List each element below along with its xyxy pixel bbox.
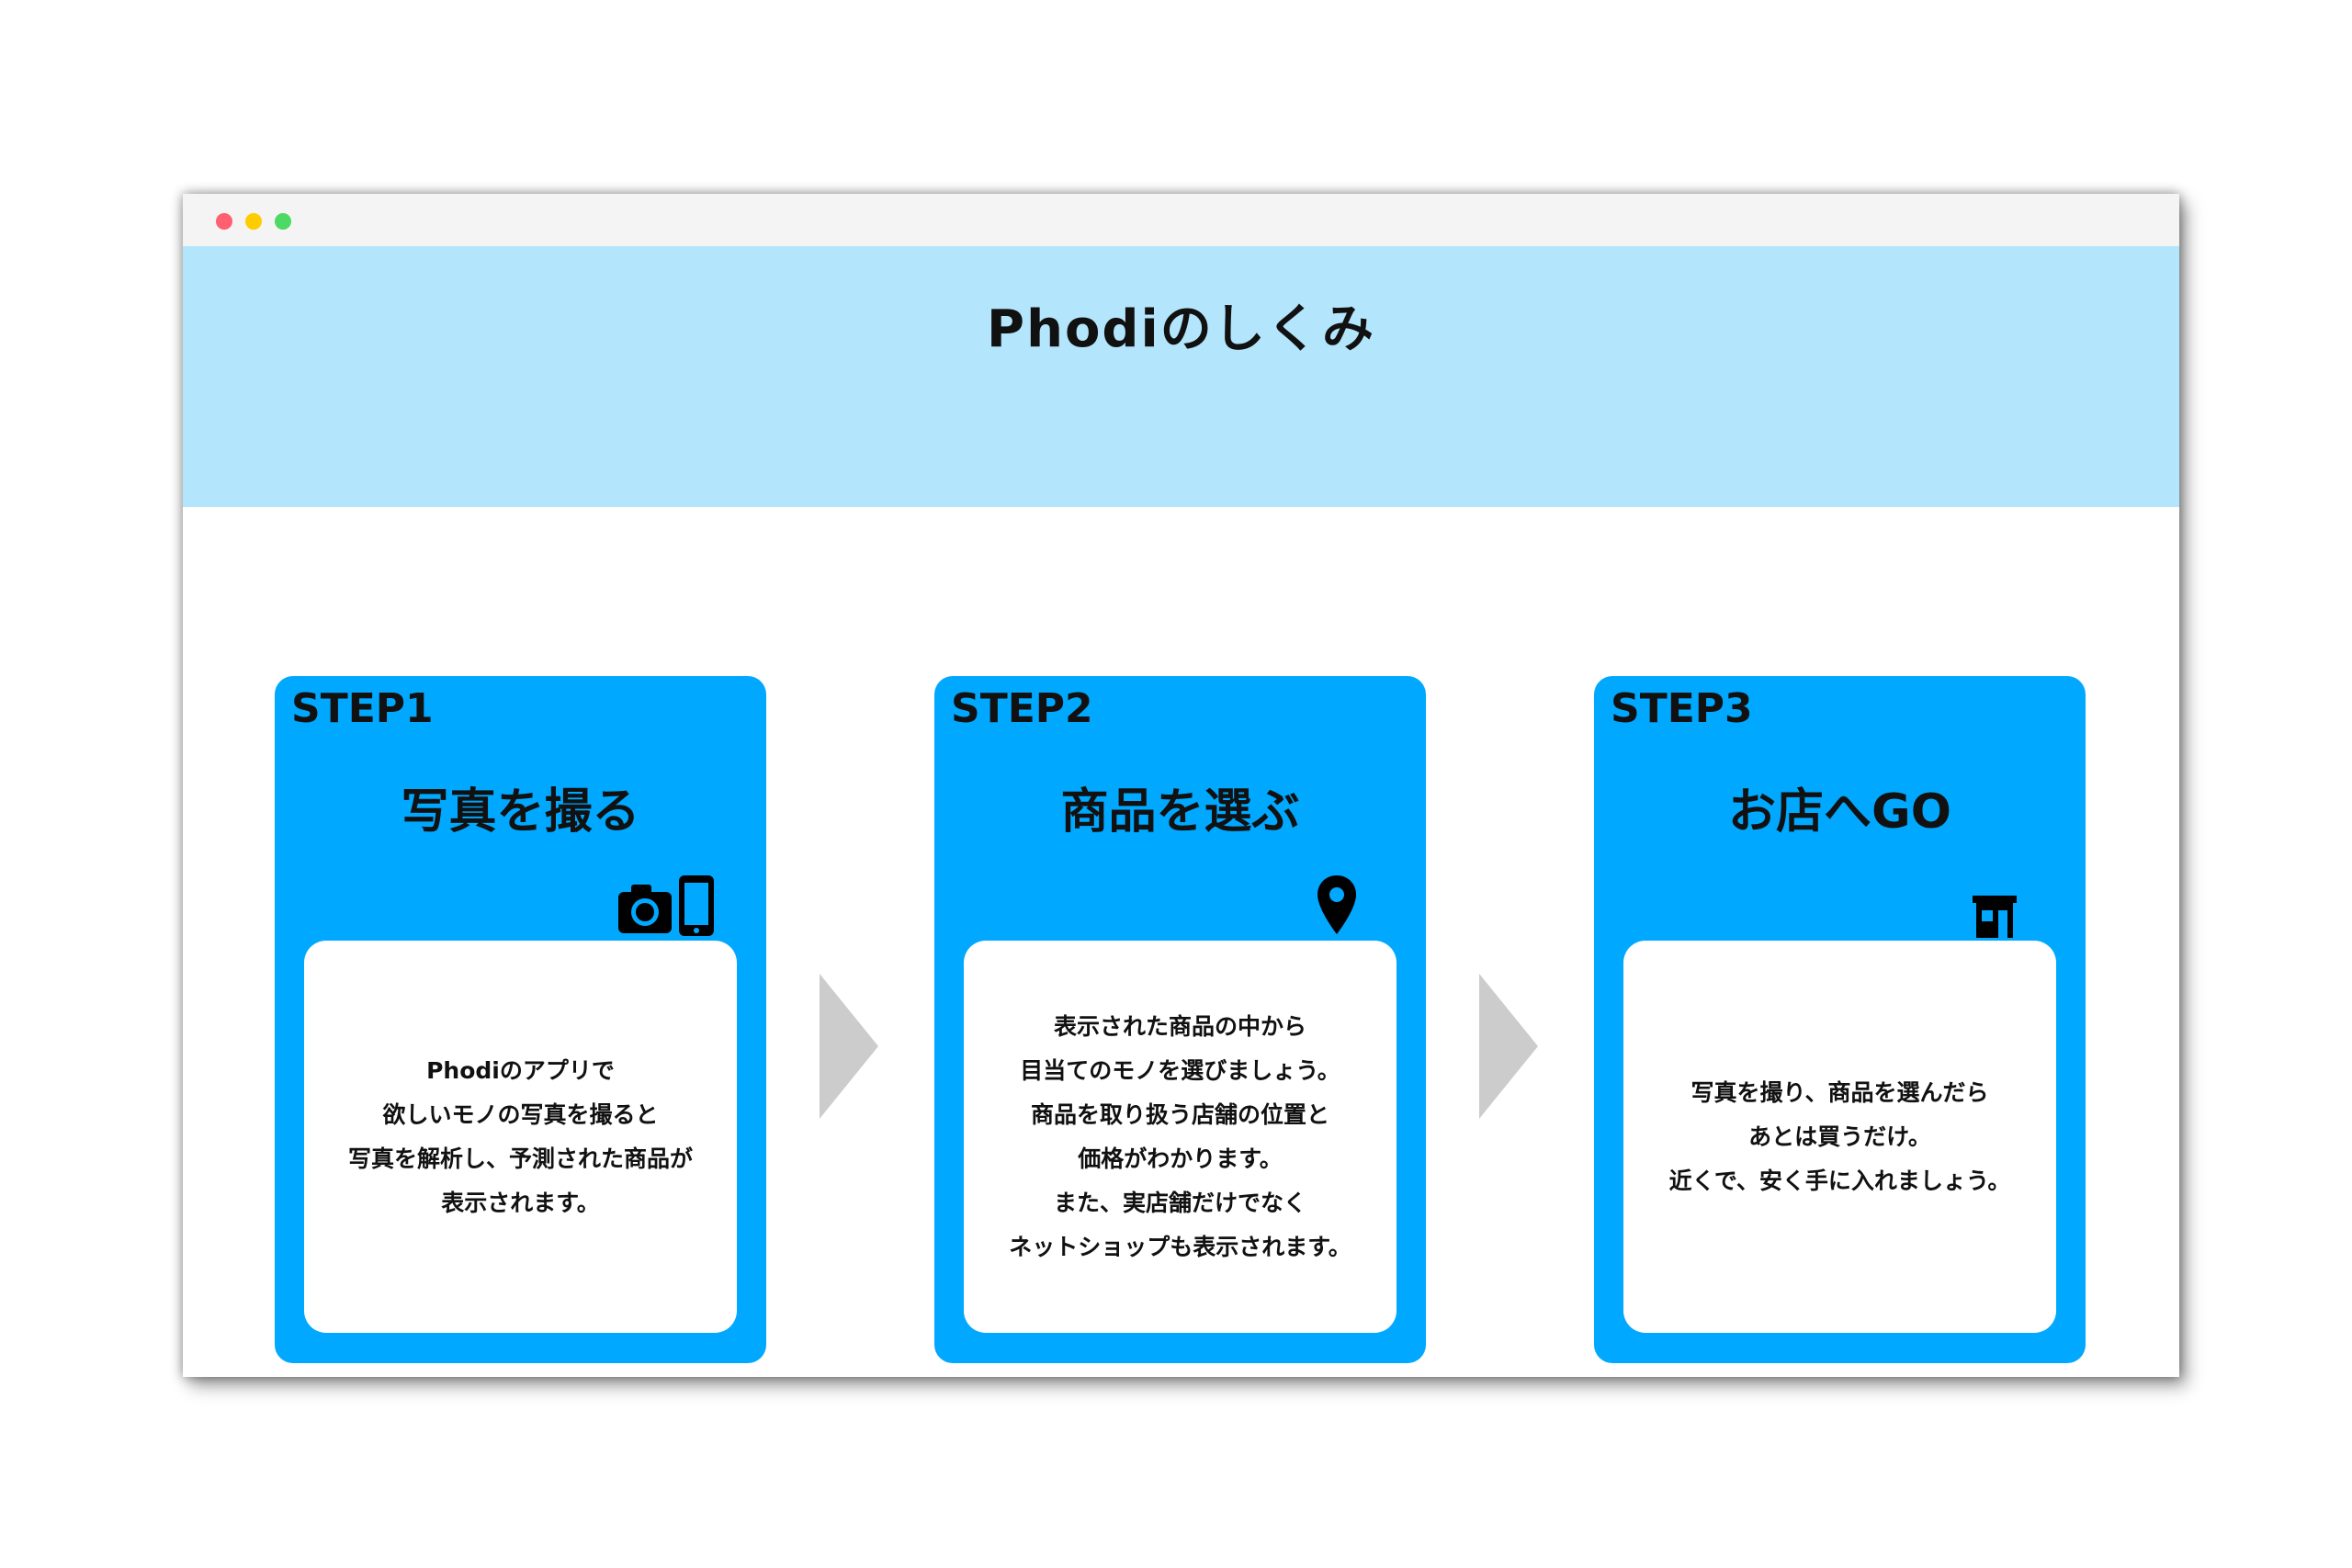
camera-icon: [618, 885, 672, 933]
hero-banner: Phodiのしくみ: [183, 246, 2179, 507]
description-line: 商品を取り扱う店舗の位置と: [1030, 1100, 1329, 1128]
description-line: 写真を解析し、予測された商品が: [347, 1145, 693, 1172]
step-title: 商品を選ぶ: [1060, 784, 1300, 840]
step-label: STEP2: [951, 685, 1093, 732]
step-card-3: STEP3 お店へGO 写真を撮り、商品を選んだら あとは買うだけ。 近くで、安…: [1594, 676, 2086, 1363]
camera-phone-icon: [618, 875, 714, 936]
page-title: Phodiのしくみ: [987, 299, 1375, 359]
map-pin-icon: [1317, 875, 1356, 934]
step-description-box: Phodiのアプリで 欲しいモノの写真を撮ると 写真を解析し、予測された商品が …: [304, 941, 737, 1333]
step-label: STEP1: [291, 685, 434, 732]
description-line: 近くで、安く手に入れましょう。: [1668, 1167, 2011, 1194]
step-card-2: STEP2 商品を選ぶ 表示された商品の中から 目当てのモノを選びましょう。 商…: [934, 676, 1426, 1363]
step-description-box: 写真を撮り、商品を選んだら あとは買うだけ。 近くで、安く手に入れましょう。: [1623, 941, 2056, 1333]
description-line: ネットショップも表示されます。: [1009, 1233, 1351, 1260]
next-arrow-icon: [820, 974, 878, 1119]
minimize-dot-icon[interactable]: [245, 213, 262, 230]
step-title: お店へGO: [1728, 784, 1951, 840]
step-card-1: STEP1 写真を撮る Phodiのアプリで 欲しいモノの写真を撮ると 写真を解…: [275, 676, 766, 1363]
store-icon: [1973, 896, 2017, 938]
close-dot-icon[interactable]: [216, 213, 232, 230]
description-line: 価格がわかります。: [1078, 1145, 1283, 1172]
next-arrow-icon: [1479, 974, 1538, 1119]
window-titlebar: [183, 194, 2179, 246]
step-description-box: 表示された商品の中から 目当てのモノを選びましょう。 商品を取り扱う店舗の位置と…: [964, 941, 1396, 1333]
smartphone-icon: [679, 875, 714, 936]
description-line: 表示されます。: [441, 1189, 600, 1216]
step-title: 写真を撮る: [401, 784, 640, 840]
maximize-dot-icon[interactable]: [275, 213, 291, 230]
step-label: STEP3: [1611, 685, 1753, 732]
description-line: あとは買うだけ。: [1748, 1122, 1931, 1150]
description-line: Phodiのアプリで: [426, 1056, 615, 1084]
browser-window: Phodiのしくみ STEP1 写真を撮る Phodiのアプリで 欲しいモノの写…: [183, 194, 2179, 1377]
description-line: 目当てのモノを選びましょう。: [1020, 1056, 1340, 1084]
description-line: 欲しいモノの写真を撮ると: [382, 1100, 659, 1128]
description-line: 表示された商品の中から: [1053, 1012, 1306, 1040]
description-line: 写真を撮り、商品を選んだら: [1690, 1078, 1989, 1106]
description-line: また、実店舗だけでなく: [1053, 1189, 1306, 1216]
